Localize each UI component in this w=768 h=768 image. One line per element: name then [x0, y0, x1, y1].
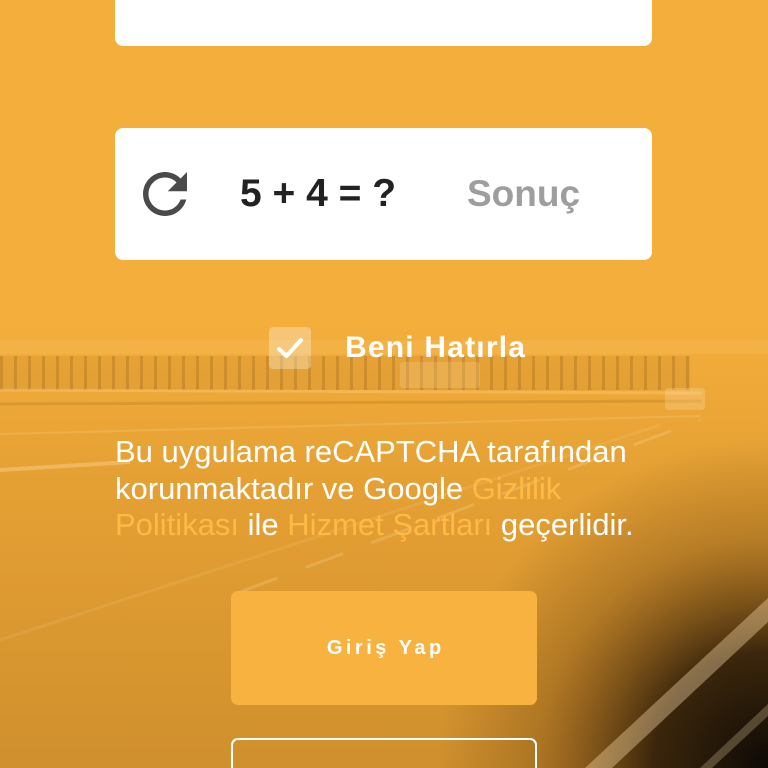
login-button[interactable]: Giriş Yap — [231, 591, 537, 705]
remember-me-checkbox[interactable] — [269, 327, 311, 369]
captcha-answer-input[interactable] — [467, 164, 637, 224]
terms-of-service-link[interactable]: Hizmet Şartları — [287, 507, 492, 542]
secondary-button[interactable] — [231, 738, 537, 768]
refresh-icon[interactable] — [132, 161, 198, 227]
remember-me[interactable]: Beni Hatırla — [269, 327, 526, 369]
captcha-box: 5 + 4 = ? — [115, 128, 652, 260]
notice-text-after: geçerlidir. — [492, 507, 634, 542]
top-input-field[interactable] — [115, 0, 652, 46]
recaptcha-notice: Bu uygulama reCAPTCHA tarafından korunma… — [115, 434, 660, 544]
remember-me-label: Beni Hatırla — [345, 331, 527, 364]
captcha-question: 5 + 4 = ? — [240, 172, 397, 215]
check-icon — [277, 338, 303, 358]
notice-text-middle: ile — [239, 507, 288, 542]
